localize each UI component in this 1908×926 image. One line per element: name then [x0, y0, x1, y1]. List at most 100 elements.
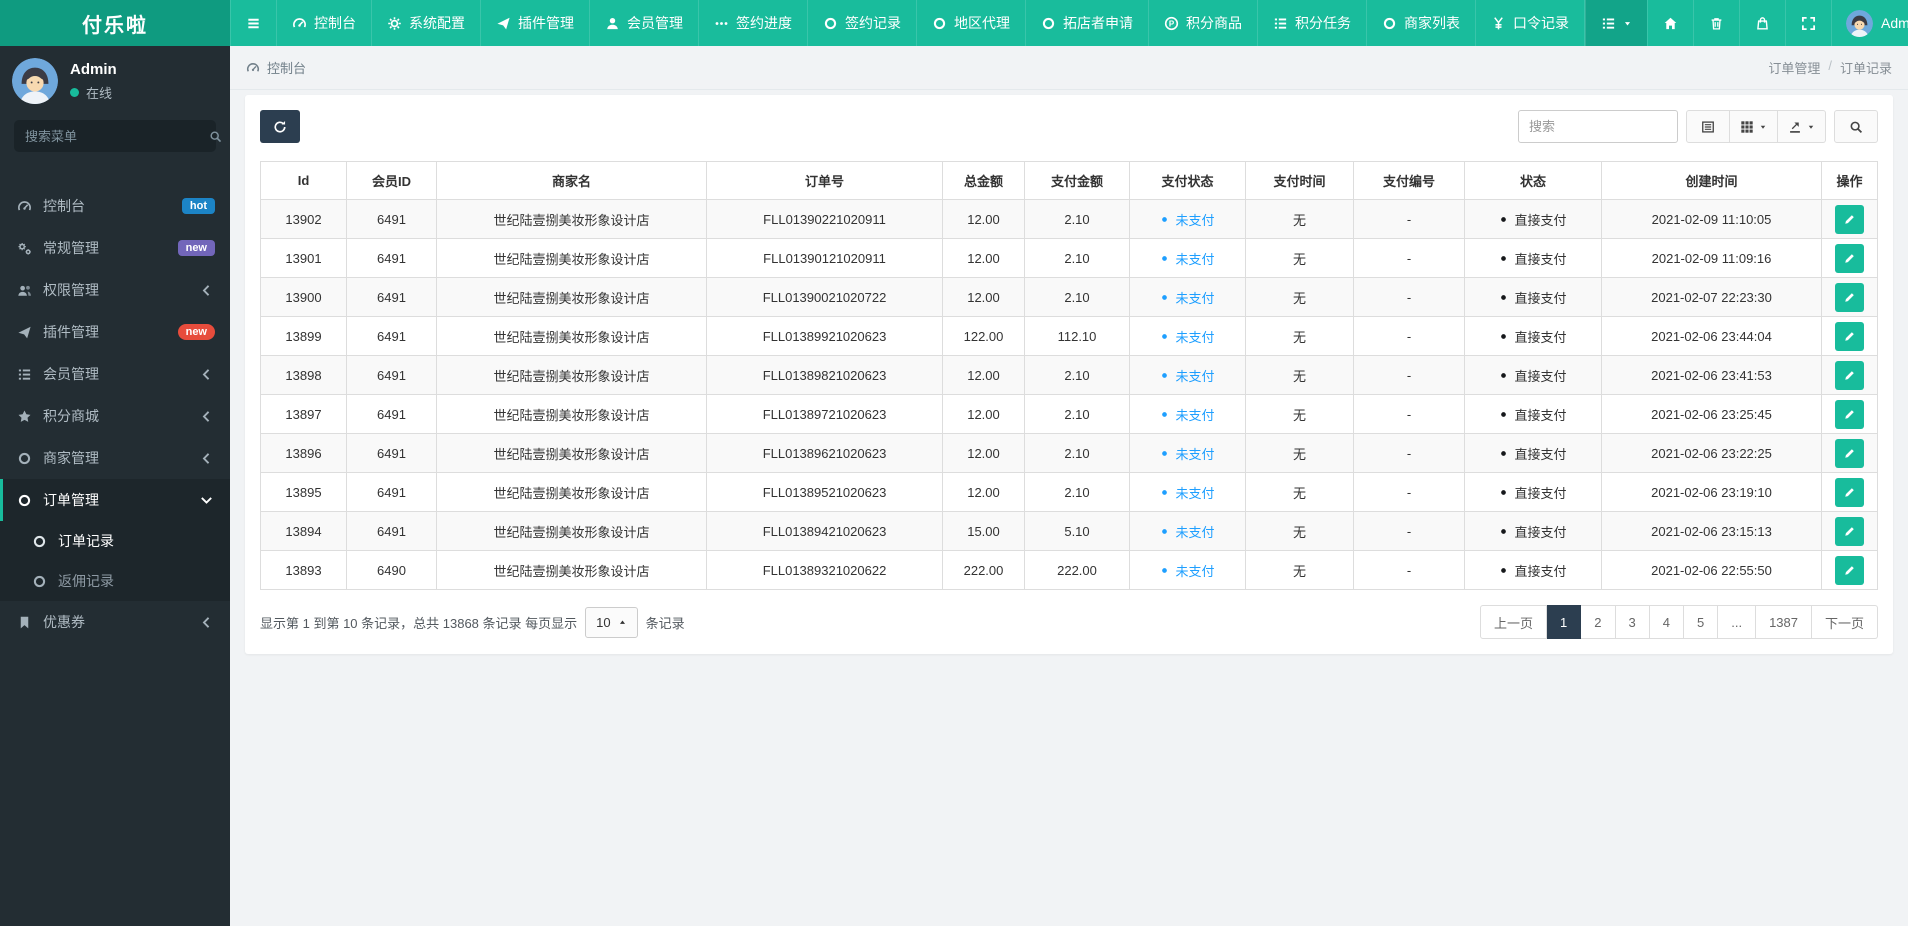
pagination-page-1[interactable]: 1 — [1547, 605, 1582, 639]
edit-button[interactable] — [1835, 555, 1864, 585]
refresh-button[interactable] — [260, 110, 300, 143]
sidebar-item-label: 会员管理 — [43, 366, 99, 382]
navbar-item-points-tasks[interactable]: 积分任务 — [1257, 0, 1366, 46]
table-row: 13899 6491 世纪陆壹捌美妆形象设计店 FLL01389921020623 12… — [260, 316, 1878, 356]
edit-button[interactable] — [1835, 399, 1864, 429]
columns-button[interactable] — [1730, 110, 1778, 143]
pagination-prev[interactable]: 上一页 — [1480, 605, 1548, 639]
navbar-item-dashboard[interactable]: 控制台 — [276, 0, 371, 46]
avatar[interactable] — [12, 58, 58, 104]
pagination-page-2[interactable]: 2 — [1581, 605, 1616, 639]
pagination: 上一页 1 2 3 4 5... 1387 下一页 — [1480, 605, 1878, 639]
menu-dropdown-button[interactable] — [1585, 0, 1647, 46]
dot-icon — [1160, 527, 1169, 536]
sidebar-item-points-mall[interactable]: 积分商城 — [0, 395, 230, 437]
pagination-page-3[interactable]: 3 — [1615, 605, 1650, 639]
sidebar-item-general-manage[interactable]: 常规管理 new — [0, 227, 230, 269]
edit-button[interactable] — [1835, 243, 1864, 273]
avatar — [1846, 9, 1873, 37]
sidebar-item-member-manage[interactable]: 会员管理 — [0, 353, 230, 395]
pay-status-label: 未支付 — [1175, 485, 1215, 501]
cell-pay_no: - — [1353, 472, 1465, 512]
navbar-item-region-agent[interactable]: 地区代理 — [916, 0, 1025, 46]
cell-order_no: FLL01389321020622 — [706, 550, 943, 590]
sidebar-subitem-order-records[interactable]: 订单记录 — [0, 521, 230, 561]
status-label: 直接支付 — [1514, 251, 1567, 267]
edit-button[interactable] — [1835, 477, 1864, 507]
navbar-item-points-goods[interactable]: P 积分商品 — [1148, 0, 1257, 46]
sidebar-item-order-manage[interactable]: 订单管理 — [0, 479, 230, 521]
sidebar-item-label: 订单管理 — [43, 492, 99, 508]
pagination-next[interactable]: 下一页 — [1811, 605, 1878, 639]
cell-order_no: FLL01389421020623 — [706, 511, 943, 551]
cell-status: 直接支付 — [1464, 316, 1602, 356]
search-button[interactable] — [1834, 110, 1878, 143]
column-header: 操作 — [1821, 161, 1878, 200]
pencil-icon — [1843, 330, 1856, 343]
sidebar-item-coupon[interactable]: 优惠券 — [0, 601, 230, 643]
cell-pay_status: 未支付 — [1129, 472, 1246, 512]
navbar-item-label: 会员管理 — [627, 15, 683, 31]
dot-icon — [1499, 293, 1508, 302]
column-header: Id — [260, 161, 347, 200]
cell-id: 13902 — [260, 199, 347, 239]
export-icon — [1788, 120, 1802, 134]
home-button[interactable] — [1647, 0, 1693, 46]
pagination-page-4[interactable]: 4 — [1649, 605, 1684, 639]
status-label: 直接支付 — [1514, 329, 1567, 345]
table-row: 13902 6491 世纪陆壹捌美妆形象设计店 FLL01390221020911 12… — [260, 199, 1878, 239]
cell-paid: 5.10 — [1024, 511, 1130, 551]
sidebar-subitem-rebate-records[interactable]: 返佣记录 — [0, 561, 230, 601]
status-label: 直接支付 — [1514, 446, 1567, 462]
navbar-item-member-manage[interactable]: 会员管理 — [589, 0, 698, 46]
table-search-input[interactable] — [1518, 110, 1678, 143]
navbar-item-system-config[interactable]: 系统配置 — [371, 0, 480, 46]
navbar-item-plugin-manage[interactable]: 插件管理 — [480, 0, 589, 46]
edit-button[interactable] — [1835, 321, 1864, 351]
page-size-dropdown[interactable]: 10 — [585, 606, 638, 638]
export-button[interactable] — [1778, 110, 1826, 143]
navbar-item-sign-progress[interactable]: 签约进度 — [698, 0, 807, 46]
pagination-ellipsis[interactable]: ... — [1718, 605, 1757, 639]
cell-actions — [1821, 472, 1878, 512]
pay-status-label: 未支付 — [1175, 524, 1215, 540]
cell-pay_status: 未支付 — [1129, 550, 1246, 590]
sidebar-item-permission-manage[interactable]: 权限管理 — [0, 269, 230, 311]
navbar-item-password-records[interactable]: 口令记录 — [1475, 0, 1584, 46]
sidebar: Admin 在线 控制台 hot 常规管理 new 权限管理插件管理 new 会员管理积分商… — [0, 46, 230, 926]
brand-logo[interactable]: 付乐啦 — [0, 0, 230, 46]
sidebar-user-status: 在线 — [70, 83, 117, 102]
sidebar-search-input[interactable] — [25, 128, 201, 144]
cell-merchant: 世纪陆壹捌美妆形象设计店 — [436, 433, 707, 473]
edit-button[interactable] — [1835, 204, 1864, 234]
cell-order_no: FLL01390221020911 — [706, 199, 943, 239]
svg-text:P: P — [1169, 19, 1175, 28]
breadcrumb-section[interactable]: 控制台 — [246, 58, 306, 77]
navbar-item-merchant-list[interactable]: 商家列表 — [1366, 0, 1475, 46]
expand-button[interactable] — [1785, 0, 1831, 46]
bag-button[interactable] — [1739, 0, 1785, 46]
sidebar-item-dashboard[interactable]: 控制台 hot — [0, 185, 230, 227]
cell-pay_status: 未支付 — [1129, 238, 1246, 278]
detail-view-button[interactable] — [1686, 110, 1730, 143]
edit-button[interactable] — [1835, 360, 1864, 390]
users-icon — [15, 283, 33, 298]
home-icon — [1663, 16, 1678, 31]
navbar-item-sign-records[interactable]: 签约记录 — [807, 0, 916, 46]
pagination-page-1387[interactable]: 1387 — [1756, 605, 1812, 639]
sidebar-item-plugin-manage[interactable]: 插件管理 new — [0, 311, 230, 353]
edit-button[interactable] — [1835, 282, 1864, 312]
trash-button[interactable] — [1693, 0, 1739, 46]
breadcrumb-parent[interactable]: 订单管理 — [1768, 58, 1820, 77]
pagination-page-5[interactable]: 5 — [1683, 605, 1719, 639]
cell-status: 直接支付 — [1464, 511, 1602, 551]
edit-button[interactable] — [1835, 438, 1864, 468]
table-toolbar — [260, 110, 1878, 143]
table-header-row: Id 会员ID 商家名 订单号 总金额 支付金额 支付状态 支付时间 支付编号 状态 创建时间 操作 — [260, 161, 1878, 200]
navbar-item-sidebar-toggle[interactable] — [230, 0, 276, 46]
navbar-user-chip[interactable]: Admin — [1831, 0, 1908, 46]
navbar-item-shop-apply[interactable]: 拓店者申请 — [1025, 0, 1148, 46]
cell-merchant: 世纪陆壹捌美妆形象设计店 — [436, 550, 707, 590]
sidebar-item-merchant-manage[interactable]: 商家管理 — [0, 437, 230, 479]
edit-button[interactable] — [1835, 516, 1864, 546]
